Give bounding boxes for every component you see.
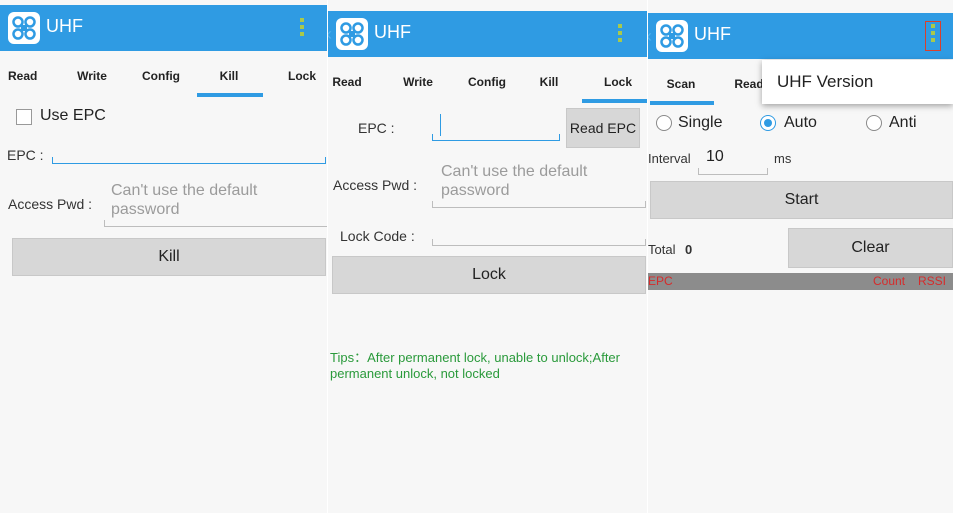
lock-code-input[interactable] xyxy=(432,239,646,246)
epc-input[interactable] xyxy=(432,134,560,141)
uhf-logo-icon[interactable] xyxy=(336,18,368,50)
text-cursor xyxy=(440,114,441,136)
interval-label: Interval xyxy=(648,151,691,166)
action-bar: UHF xyxy=(0,5,328,51)
uhf-logo-icon[interactable] xyxy=(8,12,40,44)
list-header-rssi: RSSI xyxy=(918,274,947,288)
clear-button[interactable]: Clear xyxy=(788,228,953,268)
interval-underline xyxy=(698,168,768,175)
interval-unit: ms xyxy=(774,151,792,166)
radio-single-label: Single xyxy=(678,114,723,131)
total-label: Total xyxy=(648,242,676,257)
radio-single[interactable] xyxy=(656,115,672,131)
overflow-menu-icon[interactable] xyxy=(925,21,941,51)
tab-kill[interactable]: Kill xyxy=(534,58,564,106)
access-pwd-label: Access Pwd : xyxy=(8,196,93,212)
tab-lock[interactable]: Lock xyxy=(282,52,322,100)
action-bar: ‹ UHF xyxy=(328,11,648,57)
overflow-menu: UHF Version xyxy=(762,60,953,104)
overflow-menu-icon[interactable] xyxy=(296,16,308,40)
access-pwd-label: Access Pwd : xyxy=(333,177,418,193)
kill-button[interactable]: Kill xyxy=(12,238,326,276)
tab-config[interactable]: Config xyxy=(464,58,510,106)
scan-screen: ‹ UHF Scan Read UHF Version Single Auto … xyxy=(648,0,953,513)
list-header-epc: EPC xyxy=(648,274,673,288)
epc-label: EPC : xyxy=(7,147,44,163)
tab-read[interactable]: Read xyxy=(732,60,766,108)
kill-screen: UHF Read Write Config Kill Lock Use EPC … xyxy=(0,0,328,513)
total-value: 0 xyxy=(685,242,693,257)
tab-bar: Read Write Config Kill Lock xyxy=(0,52,328,100)
back-icon[interactable]: ‹ xyxy=(328,25,336,43)
back-icon[interactable]: ‹ xyxy=(648,27,656,45)
tab-read[interactable]: Read xyxy=(8,52,37,100)
list-header-count: Count xyxy=(873,274,906,288)
tab-write[interactable]: Write xyxy=(72,52,112,100)
use-epc-checkbox[interactable] xyxy=(16,109,32,125)
radio-auto-label: Auto xyxy=(784,114,817,131)
read-epc-button[interactable]: Read EPC xyxy=(566,108,640,148)
menu-item-uhf-version[interactable]: UHF Version xyxy=(777,72,873,92)
tab-indicator xyxy=(582,99,648,103)
interval-input[interactable]: 10 xyxy=(706,148,724,166)
epc-label: EPC : xyxy=(358,120,395,136)
uhf-logo-icon[interactable] xyxy=(656,20,688,52)
tab-config[interactable]: Config xyxy=(138,52,184,100)
access-pwd-underline xyxy=(104,220,328,227)
tab-bar: Read Write Config Kill Lock xyxy=(328,58,648,106)
epc-input[interactable] xyxy=(52,157,326,164)
tab-indicator xyxy=(650,101,714,105)
lock-screen: ‹ UHF Read Write Config Kill Lock EPC : … xyxy=(328,0,648,513)
overflow-menu-icon[interactable] xyxy=(614,22,626,46)
radio-anti-label: Anti xyxy=(889,114,917,131)
access-pwd-input[interactable]: Can't use the default password xyxy=(441,162,641,200)
radio-auto[interactable] xyxy=(760,115,776,131)
tab-write[interactable]: Write xyxy=(398,58,438,106)
app-title: UHF xyxy=(694,24,731,44)
action-bar: ‹ UHF xyxy=(648,13,953,59)
app-title: UHF xyxy=(46,16,83,36)
access-pwd-underline xyxy=(432,201,646,208)
use-epc-label: Use EPC xyxy=(40,107,106,124)
list-header: EPC Count RSSI xyxy=(648,273,953,290)
access-pwd-input[interactable]: Can't use the default password xyxy=(111,181,311,219)
lock-button[interactable]: Lock xyxy=(332,256,646,294)
tab-indicator xyxy=(197,93,263,97)
tab-read[interactable]: Read xyxy=(332,58,362,106)
tips-text: Tips：After permanent lock, unable to unl… xyxy=(330,350,620,381)
start-button[interactable]: Start xyxy=(650,181,953,219)
radio-anti[interactable] xyxy=(866,115,882,131)
lock-code-label: Lock Code : xyxy=(340,228,415,244)
app-title: UHF xyxy=(374,22,411,42)
